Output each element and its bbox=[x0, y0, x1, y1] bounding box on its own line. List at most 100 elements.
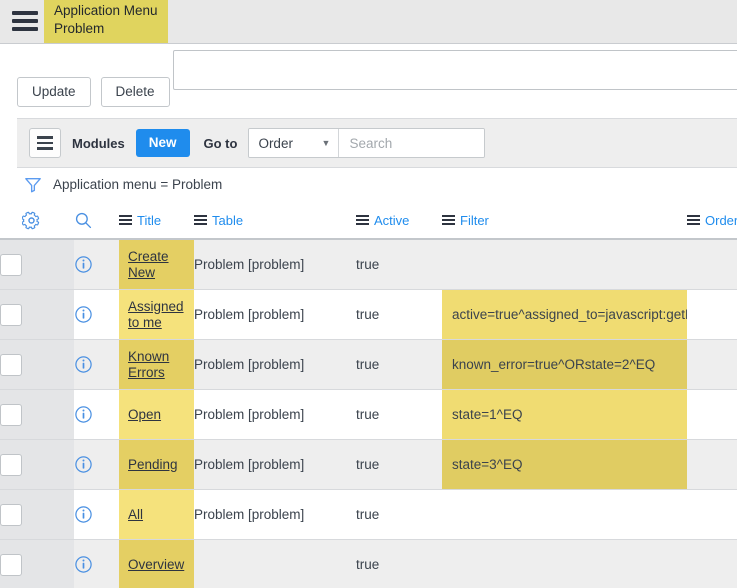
funnel-icon[interactable] bbox=[24, 176, 42, 194]
row-title-link[interactable]: Create New bbox=[128, 249, 186, 281]
column-menu-icon[interactable] bbox=[356, 215, 369, 225]
new-button[interactable]: New bbox=[135, 128, 190, 158]
row-filter-cell bbox=[442, 239, 687, 290]
application-menu-chip[interactable]: Application Menu Problem bbox=[44, 0, 168, 44]
info-icon[interactable] bbox=[74, 405, 93, 424]
column-header-settings[interactable] bbox=[0, 202, 74, 240]
row-title-cell[interactable]: Assigned to me bbox=[119, 290, 194, 340]
filter-value: state=1^EQ bbox=[442, 390, 687, 439]
info-icon[interactable] bbox=[74, 455, 93, 474]
row-active-cell: true bbox=[356, 307, 380, 322]
row-checkbox[interactable] bbox=[0, 553, 22, 576]
row-info-cell[interactable] bbox=[74, 239, 119, 290]
row-table-cell: Problem [problem] bbox=[194, 257, 305, 272]
row-select-cell[interactable] bbox=[0, 239, 74, 290]
row-active-cell: true bbox=[356, 407, 380, 422]
title-highlight: Open bbox=[119, 390, 194, 439]
hamburger-bar bbox=[12, 11, 38, 15]
row-select-cell[interactable] bbox=[0, 539, 74, 588]
row-title-cell[interactable]: All bbox=[119, 490, 194, 540]
row-table-cell: Problem [problem] bbox=[194, 407, 305, 422]
filter-value: known_error=true^ORstate=2^EQ bbox=[442, 340, 687, 389]
title-highlight: Assigned to me bbox=[119, 290, 194, 339]
info-icon[interactable] bbox=[74, 305, 93, 324]
row-active-cell: true bbox=[356, 507, 380, 522]
truncated-input-field[interactable] bbox=[173, 50, 737, 90]
row-title-link[interactable]: Known Errors bbox=[128, 349, 186, 381]
row-title-link[interactable]: Overview bbox=[128, 557, 184, 573]
row-info-cell[interactable] bbox=[74, 440, 119, 490]
row-checkbox[interactable] bbox=[0, 303, 22, 326]
goto-search-input[interactable] bbox=[339, 129, 485, 157]
row-title-cell[interactable]: Open bbox=[119, 390, 194, 440]
column-menu-icon[interactable] bbox=[442, 215, 455, 225]
info-icon[interactable] bbox=[74, 555, 93, 574]
row-info-cell[interactable] bbox=[74, 390, 119, 440]
column-header-filter[interactable]: Filter bbox=[442, 202, 687, 240]
table-header-row: Title Table Active Filter Order bbox=[0, 202, 737, 240]
hamburger-icon[interactable] bbox=[12, 10, 38, 32]
modules-hamburger-icon[interactable] bbox=[29, 128, 61, 158]
table-row[interactable]: All Problem [problem] true bbox=[0, 489, 737, 540]
row-order-cell bbox=[687, 440, 737, 490]
row-info-cell[interactable] bbox=[74, 340, 119, 390]
filter-value: active=true^assigned_to=javascript:getMy… bbox=[442, 290, 687, 339]
search-icon[interactable] bbox=[74, 211, 93, 230]
column-menu-icon[interactable] bbox=[194, 215, 207, 225]
column-menu-icon[interactable] bbox=[687, 215, 700, 225]
title-highlight: Pending bbox=[119, 440, 194, 489]
table-row[interactable]: Pending Problem [problem] true state=3^EQ bbox=[0, 439, 737, 490]
breadcrumb-condition[interactable]: Application menu = Problem bbox=[53, 177, 222, 192]
column-header-table[interactable]: Table bbox=[194, 202, 356, 240]
modules-label[interactable]: Modules bbox=[72, 136, 125, 151]
title-highlight: Known Errors bbox=[119, 340, 194, 389]
row-info-cell[interactable] bbox=[74, 540, 119, 588]
hamburger-bar bbox=[37, 141, 53, 145]
row-info-cell[interactable] bbox=[74, 290, 119, 340]
column-header-label: Active bbox=[374, 212, 410, 228]
column-header-active[interactable]: Active bbox=[356, 202, 442, 240]
info-icon[interactable] bbox=[74, 255, 93, 274]
row-title-cell[interactable]: Pending bbox=[119, 440, 194, 490]
column-header-label: Title bbox=[137, 212, 162, 228]
column-menu-icon[interactable] bbox=[119, 215, 132, 225]
row-order-cell bbox=[687, 490, 737, 540]
info-icon[interactable] bbox=[74, 505, 93, 524]
row-select-cell[interactable] bbox=[0, 439, 74, 490]
row-info-cell[interactable] bbox=[74, 490, 119, 540]
row-title-link[interactable]: Open bbox=[128, 407, 161, 423]
goto-field-select[interactable]: Order ▼ bbox=[249, 129, 340, 157]
row-select-cell[interactable] bbox=[0, 489, 74, 540]
row-checkbox[interactable] bbox=[0, 403, 22, 426]
table-row[interactable]: Create New Problem [problem] true bbox=[0, 239, 737, 290]
table-row[interactable]: Known Errors Problem [problem] true known_e… bbox=[0, 339, 737, 390]
row-checkbox[interactable] bbox=[0, 353, 22, 376]
row-checkbox[interactable] bbox=[0, 503, 22, 526]
row-title-cell[interactable]: Overview bbox=[119, 540, 194, 588]
gear-icon[interactable] bbox=[22, 211, 41, 230]
row-table-cell: Problem [problem] bbox=[194, 307, 305, 322]
column-header-order[interactable]: Order bbox=[687, 202, 737, 240]
row-select-cell[interactable] bbox=[0, 389, 74, 440]
update-button[interactable]: Update bbox=[17, 76, 91, 108]
table-row[interactable]: Overview true bbox=[0, 539, 737, 588]
row-title-link[interactable]: Assigned to me bbox=[128, 299, 186, 331]
row-title-link[interactable]: All bbox=[128, 507, 143, 523]
info-icon[interactable] bbox=[74, 355, 93, 374]
row-select-cell[interactable] bbox=[0, 289, 74, 340]
row-filter-cell bbox=[442, 490, 687, 540]
table-row[interactable]: Open Problem [problem] true state=1^EQ bbox=[0, 389, 737, 440]
row-table-cell: Problem [problem] bbox=[194, 357, 305, 372]
row-title-link[interactable]: Pending bbox=[128, 457, 178, 473]
column-header-search[interactable] bbox=[74, 202, 119, 240]
row-checkbox[interactable] bbox=[0, 453, 22, 476]
row-title-cell[interactable]: Known Errors bbox=[119, 340, 194, 390]
column-header-title[interactable]: Title bbox=[119, 202, 194, 240]
table-body: Create New Problem [problem] true Assigned … bbox=[0, 239, 737, 588]
row-title-cell[interactable]: Create New bbox=[119, 239, 194, 290]
row-checkbox[interactable] bbox=[0, 253, 22, 276]
list-toolbar: Modules New Go to Order ▼ bbox=[17, 118, 737, 168]
table-row[interactable]: Assigned to me Problem [problem] true activ… bbox=[0, 289, 737, 340]
delete-button[interactable]: Delete bbox=[100, 76, 170, 108]
row-select-cell[interactable] bbox=[0, 339, 74, 390]
